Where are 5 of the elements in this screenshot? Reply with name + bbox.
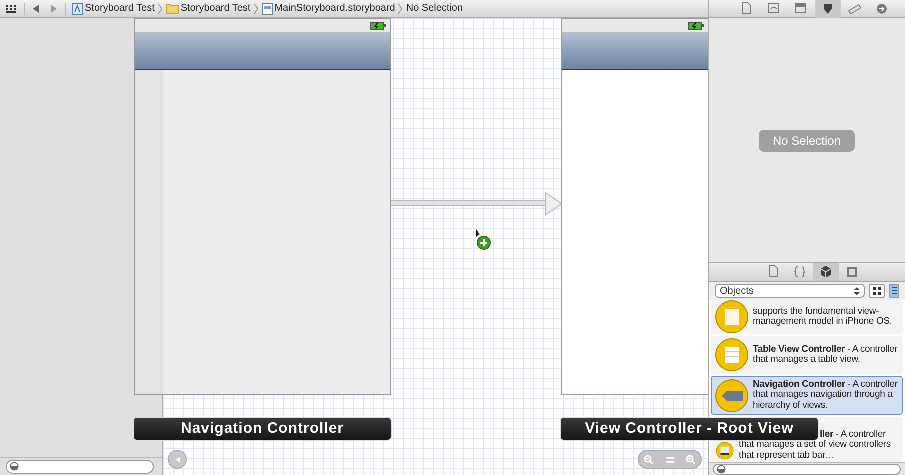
empty-message: No Selection — [758, 130, 855, 152]
library-item-text: Table View Controller - A controller that manages a table view. — [753, 344, 899, 366]
scene-name-tooltip: Navigation Controller — [133, 417, 392, 441]
library-item-text: supports the fundamental view-management model in iPhone OS. — [753, 306, 894, 328]
library-item-text: Navigation Controller - A controller that manages navigation through a hierarchy of views. — [753, 380, 899, 412]
